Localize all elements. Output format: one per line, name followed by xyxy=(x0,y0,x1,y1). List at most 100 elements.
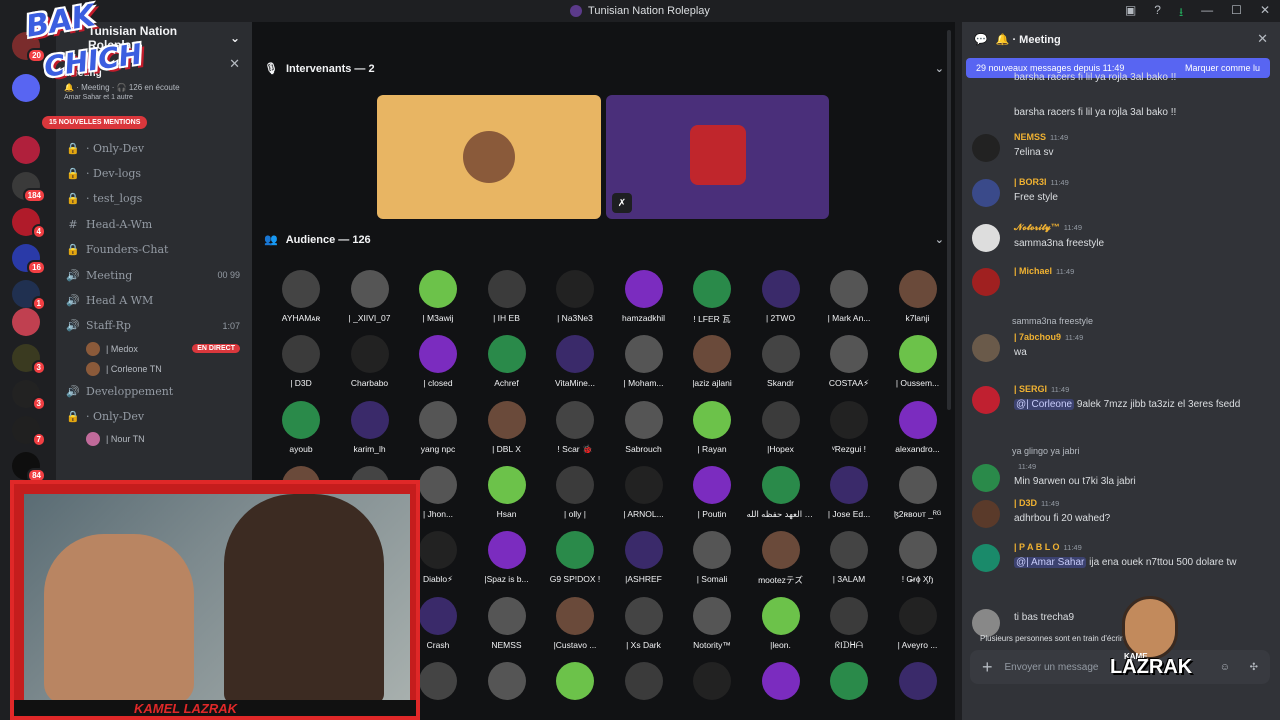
avatar[interactable] xyxy=(972,224,1000,252)
download-icon[interactable]: ⭳ xyxy=(1179,3,1183,24)
audience-member[interactable] xyxy=(610,661,678,705)
active-event-panel[interactable]: Meeting 🔔 · Meeting · 🎧 126 en écoute Am… xyxy=(56,54,252,110)
audience-member[interactable] xyxy=(678,661,746,705)
close-icon[interactable]: ✕ xyxy=(229,56,240,72)
audience-member[interactable]: Hsan xyxy=(473,465,541,519)
audience-member[interactable]: | 3ALAM xyxy=(815,531,883,584)
avatar[interactable] xyxy=(972,500,1000,528)
server-icon[interactable] xyxy=(12,136,40,164)
audience-member[interactable] xyxy=(884,661,952,705)
author-name[interactable]: NEMSS xyxy=(1014,132,1046,142)
audience-member[interactable]: | Aveyro ... xyxy=(884,596,952,650)
audience-member[interactable]: AYHAMᴀʀ xyxy=(267,270,335,323)
audience-member[interactable]: |aziz ajlani xyxy=(678,335,746,388)
audience-member[interactable]: | _XIIVI_07 xyxy=(336,270,404,323)
channel-item[interactable]: 🔒 · Dev-logs xyxy=(56,161,252,186)
audience-member[interactable]: hamzadkhil xyxy=(610,270,678,323)
audience-member[interactable]: |leon. xyxy=(747,596,815,650)
audience-member[interactable]: ! Scar 🐞 xyxy=(541,400,609,455)
avatar[interactable] xyxy=(972,464,1000,492)
audience-member[interactable]: Achref xyxy=(473,335,541,388)
channel-item[interactable]: 🔒 · Only-Dev xyxy=(56,404,252,429)
avatar[interactable] xyxy=(972,386,1000,414)
audience-member[interactable]: |Custavo ... xyxy=(541,596,609,650)
server-icon[interactable]: 3 xyxy=(12,380,46,411)
audience-member[interactable]: | M3awij xyxy=(404,270,472,323)
author-name[interactable]: | P A B L O xyxy=(1014,542,1060,552)
audience-member[interactable]: |ASHREF xyxy=(610,531,678,584)
add-attachment-icon[interactable]: + xyxy=(982,657,993,678)
audience-member[interactable]: ɮ2ʀʙᴏᴜᴛ _ᴿᴳ xyxy=(884,465,952,519)
audience-member[interactable]: mootezテズ xyxy=(747,531,815,586)
author-name[interactable]: | SERGI xyxy=(1014,384,1047,394)
author-name[interactable]: 𝓝𝓸𝓽𝓸𝓻𝓲𝓽𝔂™ xyxy=(1014,222,1060,233)
audience-member[interactable]: | ARNOL... xyxy=(610,465,678,519)
reply-preview[interactable]: samma3na freestyle xyxy=(1012,316,1093,326)
audience-member[interactable]: NEMSS xyxy=(473,596,541,650)
server-header[interactable]: Tunisian Nation Roleplay ⌄ xyxy=(56,22,252,54)
author-name[interactable]: | 7abchou9 xyxy=(1014,332,1061,342)
speakers-section-header[interactable]: 🎙 Intervenants — 2 ⌄ xyxy=(264,62,944,76)
new-mentions-pill[interactable]: 15 NOUVELLES MENTIONS xyxy=(42,116,148,129)
server-icon[interactable]: 16 xyxy=(12,244,46,275)
avatar[interactable] xyxy=(972,334,1000,362)
audience-member[interactable]: | Mark An... xyxy=(815,270,883,323)
minimize-button[interactable]: — xyxy=(1201,3,1213,24)
close-button[interactable]: ✕ xyxy=(1260,3,1270,24)
inbox-icon[interactable]: ▣ xyxy=(1125,3,1136,24)
audience-member[interactable]: | Somali xyxy=(678,531,746,584)
audience-member[interactable]: Notority™ xyxy=(678,596,746,650)
channel-item[interactable]: 🔒 Founders-Chat xyxy=(56,237,252,262)
server-icon[interactable]: 7 xyxy=(12,416,46,447)
audience-member[interactable]: | olly | xyxy=(541,465,609,519)
audience-member[interactable]: | D3D xyxy=(267,335,335,388)
apps-icon[interactable]: ✣ xyxy=(1250,662,1258,673)
audience-member[interactable] xyxy=(541,661,609,705)
channel-item[interactable]: 🔒 · test_logs xyxy=(56,186,252,211)
audience-section-header[interactable]: 👥 Audience — 126 ⌄ xyxy=(264,233,944,247)
audience-member[interactable] xyxy=(473,661,541,705)
speaker-tile[interactable]: ✗ xyxy=(606,95,829,219)
audience-member[interactable]: | DBL X xyxy=(473,400,541,454)
author-name[interactable]: | Michael xyxy=(1014,266,1052,276)
channel-item[interactable]: 🔊 Developpement xyxy=(56,379,252,404)
server-icon[interactable]: 84 xyxy=(12,452,46,483)
server-icon[interactable]: 1 xyxy=(12,280,46,311)
mark-read-button[interactable]: Marquer comme lu xyxy=(1185,63,1260,73)
voice-member[interactable]: | Medox EN DIRECT xyxy=(56,339,252,359)
channel-item[interactable]: 🔊 Head A WM xyxy=(56,288,252,313)
audience-member[interactable]: | Moham... xyxy=(610,335,678,388)
audience-member[interactable]: G9 SP!DOX ! xyxy=(541,531,609,584)
audience-member[interactable]: |Spaz is b... xyxy=(473,531,541,584)
audience-member[interactable] xyxy=(747,661,815,705)
avatar[interactable] xyxy=(972,179,1000,207)
speaker-tile[interactable] xyxy=(377,95,601,219)
audience-member[interactable]: ولي العهد حفظه الله xyxy=(747,465,815,520)
audience-member[interactable]: ayoub xyxy=(267,400,335,454)
audience-member[interactable]: ᖇIᗪᕼᗩ xyxy=(815,596,883,651)
maximize-button[interactable]: ☐ xyxy=(1231,3,1242,24)
close-icon[interactable]: ✕ xyxy=(1257,31,1268,47)
audience-member[interactable]: karim_lh xyxy=(336,400,404,454)
avatar[interactable] xyxy=(972,609,1000,637)
audience-member[interactable]: COSTAA⚡ xyxy=(815,335,883,389)
server-icon[interactable]: 4 xyxy=(12,208,46,239)
chevron-down-icon[interactable]: ⌄ xyxy=(935,233,944,246)
user-mention[interactable]: @| Amar Sahar xyxy=(1014,557,1087,568)
voice-member[interactable]: | Nour TN xyxy=(56,429,252,449)
audience-member[interactable]: k7lanji xyxy=(884,270,952,323)
server-icon[interactable]: 20 xyxy=(12,32,46,63)
audience-member[interactable]: ! Ǥɍɸ Ӽɧ xyxy=(884,531,952,584)
audience-member[interactable]: |Hopex xyxy=(747,400,815,454)
server-icon[interactable] xyxy=(12,308,40,336)
audience-member[interactable]: Charbabo xyxy=(336,335,404,388)
audience-member[interactable]: | Oussem... xyxy=(884,335,952,388)
audience-member[interactable]: alexandro... xyxy=(884,400,952,454)
audience-member[interactable]: | closed xyxy=(404,335,472,388)
help-icon[interactable]: ? xyxy=(1154,3,1161,24)
author-name[interactable]: | D3D xyxy=(1014,498,1037,508)
audience-member[interactable]: | 2TWO xyxy=(747,270,815,323)
audience-member[interactable]: VitaMine... xyxy=(541,335,609,388)
server-icon[interactable]: 184 xyxy=(12,172,46,203)
avatar[interactable] xyxy=(972,544,1000,572)
